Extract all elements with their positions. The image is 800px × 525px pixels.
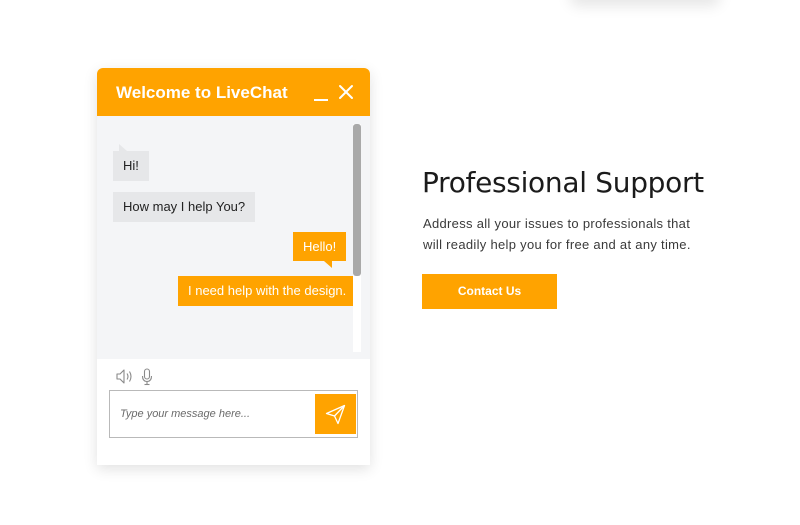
message-box xyxy=(109,390,358,438)
minimize-icon[interactable] xyxy=(311,85,331,103)
description-line: will readily help you for free and at an… xyxy=(423,237,691,252)
chat-title: Welcome to LiveChat xyxy=(116,83,288,102)
message-outgoing: Hello! xyxy=(293,232,347,261)
bubble-tail xyxy=(119,144,127,151)
description-line: Address all your issues to professionals… xyxy=(423,216,691,231)
chat-messages: Hi! How may I help You? Hello! I need he… xyxy=(97,116,370,359)
microphone-icon[interactable] xyxy=(141,368,153,386)
close-icon[interactable] xyxy=(336,82,356,102)
message-outgoing: I need help with the design. xyxy=(178,276,357,306)
message-input[interactable] xyxy=(111,392,311,436)
chat-header: Welcome to LiveChat xyxy=(97,68,370,116)
speaker-icon[interactable] xyxy=(116,368,134,385)
chat-footer xyxy=(97,359,370,465)
paper-plane-icon xyxy=(325,404,346,425)
contact-us-button[interactable]: Contact Us xyxy=(422,274,557,309)
message-incoming: How may I help You? xyxy=(113,192,256,222)
scrollbar-thumb[interactable] xyxy=(353,124,361,276)
livechat-widget: Welcome to LiveChat Hi! How may I help Y… xyxy=(97,68,370,465)
send-button[interactable] xyxy=(315,394,356,434)
promo-description: Address all your issues to professionals… xyxy=(423,213,713,255)
bubble-tail xyxy=(324,261,332,268)
page-heading: Professional Support xyxy=(422,166,704,199)
message-incoming: Hi! xyxy=(113,151,149,181)
